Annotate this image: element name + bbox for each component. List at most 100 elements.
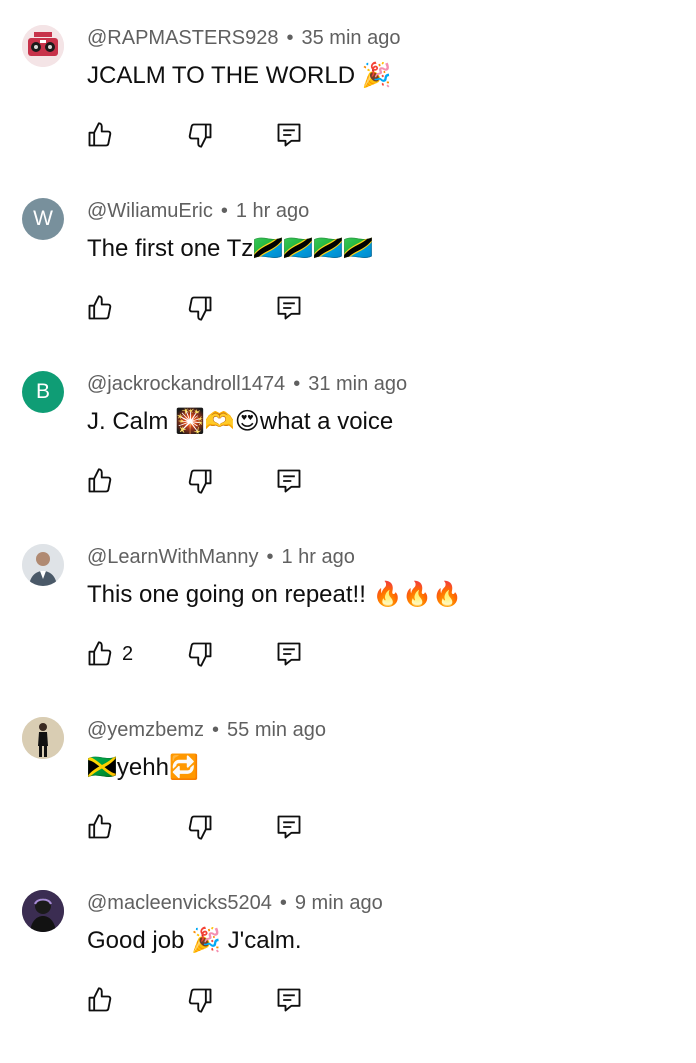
avatar[interactable]: W [22, 198, 64, 240]
sparkler-heart-hands-emoji: 🎇🫶😍 [175, 407, 260, 435]
separator-dot: • [220, 200, 228, 222]
comment-author[interactable]: @yemzbemz [87, 719, 204, 741]
thumbs-down-icon [188, 296, 212, 321]
separator-dot: • [286, 27, 294, 49]
comment-item: B @jackrockandroll1474 • 31 min ago J. Cal… [0, 371, 696, 544]
thumbs-up-icon [88, 814, 112, 839]
comment-text-body: JCALM TO THE WORLD [87, 62, 356, 89]
reply-button[interactable] [275, 465, 303, 497]
like-button[interactable] [86, 811, 122, 843]
comment-time: 31 min ago [308, 373, 408, 395]
dislike-button[interactable] [186, 984, 214, 1016]
comment-time: 1 hr ago [235, 200, 310, 222]
comment-time: 55 min ago [227, 719, 326, 741]
dislike-button[interactable] [186, 119, 214, 151]
tanzania-flag-emoji: 🇹🇿🇹🇿🇹🇿🇹🇿 [253, 234, 373, 262]
thumbs-up-icon [88, 641, 112, 666]
avatar-letter: B [35, 380, 50, 403]
comment-author[interactable]: @RAPMASTERS928 [87, 27, 278, 49]
jamaica-flag-emoji: 🇯🇲 [87, 753, 117, 781]
comment-text-body: yehh [116, 754, 169, 781]
reply-button[interactable] [275, 638, 303, 670]
thumbs-down-icon [188, 642, 212, 667]
comment-text: This one going on repeat!! 🔥🔥🔥 [87, 577, 462, 611]
comment-actions [86, 465, 346, 497]
separator-dot: • [266, 546, 274, 568]
comment-text-after: what a voice [259, 408, 394, 435]
separator-dot: • [279, 892, 287, 914]
like-button[interactable] [86, 984, 122, 1016]
comment-meta: @jackrockandroll1474 • 31 min ago [87, 371, 407, 397]
like-button[interactable] [86, 292, 122, 324]
comment-item: @yemzbemz • 55 min ago 🇯🇲yehh🔁 [0, 717, 696, 890]
person-avatar-icon [22, 544, 64, 586]
like-button[interactable] [86, 465, 122, 497]
thumbs-down-icon [188, 469, 212, 494]
like-count: 2 [122, 642, 134, 665]
comment-item: @LearnWithManny • 1 hr ago This one going … [0, 544, 696, 717]
reply-icon [277, 296, 301, 320]
thumbs-down-icon [188, 988, 212, 1013]
dislike-button[interactable] [186, 465, 214, 497]
person-avatar-icon [22, 717, 64, 759]
comment-meta: @RAPMASTERS928 • 35 min ago [87, 25, 400, 51]
fire-emoji: 🔥🔥🔥 [372, 580, 463, 608]
comment-meta: @yemzbemz • 55 min ago [87, 717, 326, 743]
comment-text: 🇯🇲yehh🔁 [87, 750, 199, 784]
thumbs-up-icon [88, 987, 112, 1012]
like-button[interactable] [86, 119, 122, 151]
comment-text-body: This one going on repeat!! [87, 581, 366, 608]
comment-meta: @LearnWithManny • 1 hr ago [87, 544, 355, 570]
separator-dot: • [293, 373, 301, 395]
comment-text: The first one Tz🇹🇿🇹🇿🇹🇿🇹🇿 [87, 231, 373, 265]
comment-author[interactable]: @jackrockandroll1474 [87, 373, 285, 395]
reply-icon [277, 469, 301, 493]
party-popper-emoji: 🎉 [191, 926, 221, 954]
avatar[interactable] [22, 890, 64, 932]
comment-actions: 2 [86, 638, 346, 670]
comment-author[interactable]: @macleenvicks5204 [87, 892, 272, 914]
avatar[interactable] [22, 544, 64, 586]
comment-text-body: J. Calm [87, 408, 169, 435]
comment-item: @RAPMASTERS928 • 35 min ago JCALM TO THE W… [0, 25, 696, 198]
party-popper-emoji: 🎉 [361, 61, 392, 89]
separator-dot: • [212, 719, 220, 741]
thumbs-up-icon [88, 295, 112, 320]
reply-button[interactable] [275, 811, 303, 843]
dislike-button[interactable] [186, 638, 214, 670]
comment-item: @macleenvicks5204 • 9 min ago Good job 🎉 J… [0, 890, 696, 1063]
dislike-button[interactable] [186, 811, 214, 843]
reply-icon [277, 642, 301, 666]
comment-time: 35 min ago [301, 27, 401, 49]
comment-author[interactable]: @LearnWithManny [87, 546, 258, 568]
avatar[interactable] [22, 25, 64, 67]
comment-text-body: Good job [87, 927, 185, 954]
thumbs-down-icon [188, 815, 212, 840]
comment-text: J. Calm 🎇🫶😍what a voice [87, 404, 393, 438]
comment-time: 1 hr ago [281, 546, 355, 568]
comment-time: 9 min ago [294, 892, 383, 914]
reply-button[interactable] [275, 119, 303, 151]
comment-text-body: The first one Tz [87, 235, 254, 262]
avatar[interactable] [22, 717, 64, 759]
avatar-letter: W [33, 207, 53, 230]
comment-actions [86, 119, 346, 151]
like-button[interactable]: 2 [86, 638, 133, 670]
reply-icon [277, 123, 301, 147]
reply-icon [277, 988, 301, 1012]
thumbs-up-icon [88, 122, 112, 147]
avatar[interactable]: B [22, 371, 64, 413]
comment-item: W @WiliamuEric • 1 hr ago The first one Tz… [0, 198, 696, 371]
comment-meta: @WiliamuEric • 1 hr ago [87, 198, 309, 224]
person-avatar-icon [22, 890, 64, 932]
dislike-button[interactable] [186, 292, 214, 324]
thumbs-up-icon [88, 468, 112, 493]
comment-text: Good job 🎉 J'calm. [87, 923, 302, 957]
reply-icon [277, 815, 301, 839]
reply-button[interactable] [275, 984, 303, 1016]
comment-author[interactable]: @WiliamuEric [87, 200, 213, 222]
repeat-emoji: 🔁 [168, 753, 199, 781]
comment-actions [86, 811, 346, 843]
thumbs-down-icon [188, 123, 212, 148]
reply-button[interactable] [275, 292, 303, 324]
